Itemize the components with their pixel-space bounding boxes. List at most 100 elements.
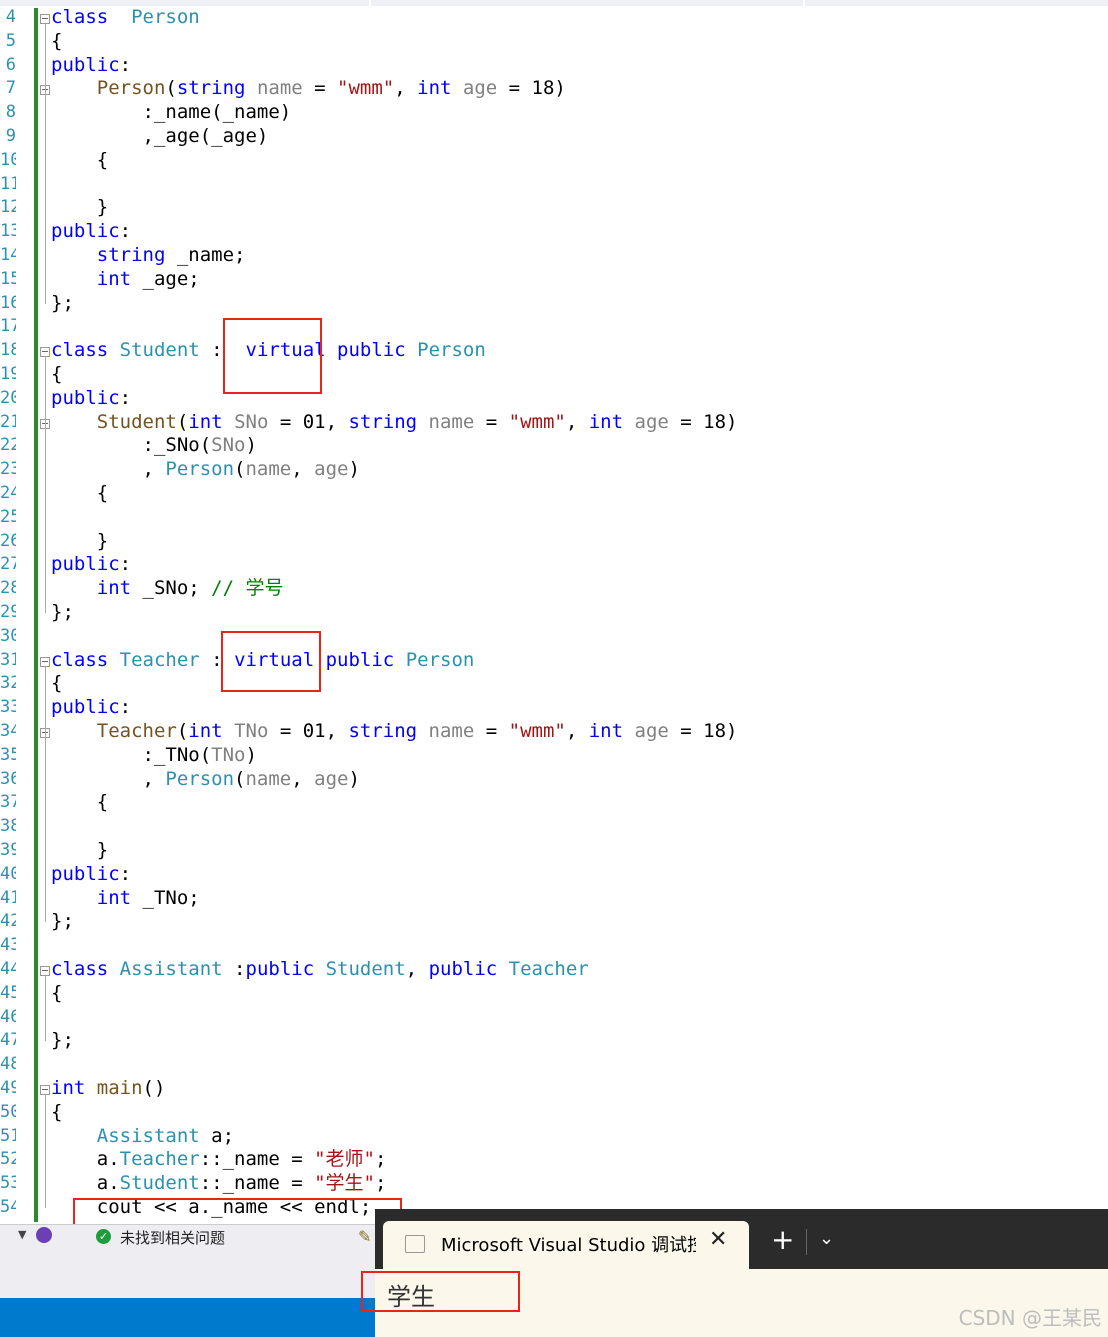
console-tab[interactable]: Microsoft Visual Studio 调试控制台 ✕	[383, 1221, 749, 1269]
code-token: {	[51, 672, 63, 695]
line-number: 38	[0, 816, 16, 837]
fold-range-line	[45, 357, 46, 613]
collapse-toggle-icon[interactable]	[40, 1085, 50, 1095]
status-bar	[0, 1298, 375, 1337]
code-token: ,	[51, 458, 166, 481]
code-token: };	[51, 1029, 74, 1052]
close-tab-icon[interactable]: ✕	[709, 1227, 727, 1252]
code-line[interactable]: };	[51, 910, 74, 934]
code-line[interactable]: :_name(_name)	[51, 101, 292, 125]
code-token: (	[176, 720, 189, 742]
code-line[interactable]: int _SNo; // 学号	[51, 577, 284, 601]
code-line[interactable]: Student(int SNo = 01, string name = "wmm…	[51, 410, 738, 435]
code-line[interactable]: public:	[51, 696, 131, 720]
code-line[interactable]: int _TNo;	[51, 887, 200, 911]
code-line[interactable]: }	[51, 530, 108, 554]
fold-range-line	[45, 976, 46, 1042]
code-line[interactable]: };	[51, 292, 74, 316]
code-line[interactable]: class Assistant :public Student, public …	[51, 958, 589, 982]
line-number: 12	[0, 197, 16, 218]
code-token: Student	[325, 958, 406, 980]
line-number: 30	[0, 625, 16, 646]
code-token: :	[119, 220, 132, 243]
line-number: 7	[5, 78, 16, 99]
code-line[interactable]: a.Student::_name = "学生";	[51, 1172, 387, 1196]
issues-status-text[interactable]: 未找到相关问题	[120, 1227, 225, 1248]
code-line[interactable]: :_TNo(TNo)	[51, 744, 257, 768]
code-line[interactable]: , Person(name, age)	[51, 768, 360, 792]
code-token: // 学号	[211, 577, 284, 600]
code-line[interactable]: class Person	[51, 6, 200, 30]
code-token: ;	[375, 1172, 387, 1195]
code-line[interactable]: }	[51, 839, 108, 863]
code-token: :	[119, 553, 132, 576]
code-line[interactable]: {	[51, 1101, 62, 1125]
code-token: TNo	[211, 743, 246, 766]
code-token: public	[428, 958, 498, 980]
code-line[interactable]: public:	[51, 220, 131, 244]
fold-range-line	[45, 1095, 46, 1208]
code-line[interactable]: public:	[51, 863, 131, 887]
collapse-toggle-icon[interactable]	[40, 347, 50, 358]
code-token: age	[451, 77, 498, 100]
code-line[interactable]: , Person(name, age)	[51, 458, 360, 482]
code-line[interactable]: public:	[51, 54, 131, 78]
brush-icon[interactable]: ✎	[358, 1227, 371, 1246]
collapse-toggle-icon[interactable]	[40, 966, 50, 976]
code-token: {	[51, 148, 109, 171]
code-token: class	[51, 648, 109, 671]
code-line[interactable]: Assistant a;	[51, 1125, 234, 1149]
code-line[interactable]: a.Teacher::_name = "老师";	[51, 1148, 387, 1172]
code-token: class	[51, 339, 109, 362]
code-line[interactable]: };	[51, 601, 74, 625]
collapse-toggle-icon[interactable]	[40, 14, 50, 24]
code-line[interactable]: {	[51, 672, 62, 696]
line-number: 35	[0, 744, 16, 765]
code-token: ,	[565, 410, 589, 433]
code-token: :	[222, 958, 246, 980]
code-line[interactable]: {	[51, 791, 108, 815]
code-token: public	[51, 696, 120, 719]
code-token: :	[119, 696, 132, 719]
line-number: 31	[0, 649, 16, 670]
code-line[interactable]: {	[51, 982, 62, 1006]
code-line[interactable]: }	[51, 196, 108, 220]
chevron-down-icon[interactable]: ⌄	[819, 1228, 834, 1249]
code-line[interactable]: string _name;	[51, 244, 246, 268]
code-token: age	[623, 720, 669, 742]
code-token: {	[51, 482, 109, 504]
code-token: name	[245, 458, 292, 481]
code-token: Student	[119, 1172, 200, 1195]
code-token: Person	[131, 6, 200, 28]
code-token: age	[314, 767, 349, 790]
code-line[interactable]: {	[51, 482, 108, 506]
code-token: :_TNo(	[51, 743, 212, 766]
code-line[interactable]: public:	[51, 553, 131, 577]
code-token: Assistant	[96, 1124, 200, 1147]
code-line[interactable]: int _age;	[51, 268, 200, 292]
collapse-toggle-icon[interactable]	[40, 656, 50, 667]
code-line[interactable]: Teacher(int TNo = 01, string name = "wmm…	[51, 720, 738, 744]
line-number: 36	[0, 768, 16, 789]
code-token: ,	[291, 767, 315, 790]
code-line[interactable]: {	[51, 363, 62, 387]
health-indicator-icon[interactable]	[36, 1227, 52, 1243]
highlight-box-console-output	[361, 1271, 520, 1312]
watermark: CSDN @王某民	[958, 1306, 1102, 1330]
zoom-dropdown-icon[interactable]: ▼	[18, 1228, 26, 1241]
code-line[interactable]: };	[51, 1029, 74, 1053]
code-line[interactable]: int main()	[51, 1077, 165, 1101]
line-number: 5	[5, 30, 16, 51]
code-line[interactable]: :_SNo(SNo)	[51, 434, 257, 458]
code-token: string	[348, 410, 418, 433]
code-line[interactable]: public:	[51, 387, 131, 411]
code-line[interactable]: ,_age(_age)	[51, 125, 269, 149]
code-line[interactable]: {	[51, 149, 108, 173]
code-line[interactable]: Person(string name = "wmm", int age = 18…	[51, 77, 566, 101]
code-line[interactable]: {	[51, 30, 62, 54]
new-tab-button[interactable]: +	[771, 1223, 794, 1256]
